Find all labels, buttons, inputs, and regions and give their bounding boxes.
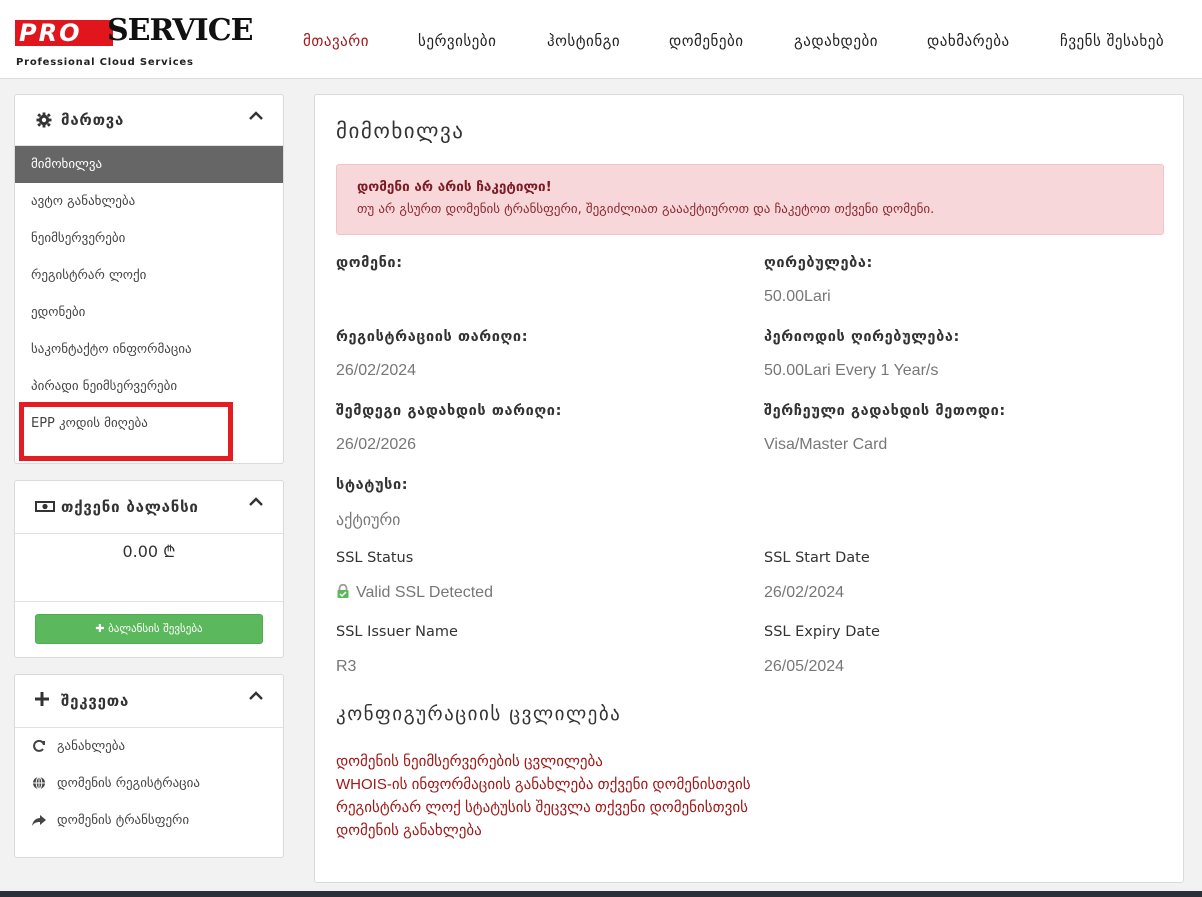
- plus-icon: [33, 690, 51, 708]
- sidebar-item-registrar-lock[interactable]: რეგისტრარ ლოქი: [15, 257, 283, 294]
- money-icon: [35, 497, 55, 515]
- balance-panel: თქვენი ბალანსი 0.00 ₾ ✚ ბალანსის შევსება: [14, 480, 284, 658]
- ssl-issuer-value: R3: [336, 658, 357, 675]
- sidebar-item-label: დომენის რეგისტრაცია: [57, 776, 200, 791]
- page-title: მიმოხილვა: [336, 119, 465, 143]
- registration-date-value: 26/02/2024: [336, 362, 417, 379]
- chevron-up-icon[interactable]: [247, 687, 265, 705]
- manage-panel-header[interactable]: მართვა: [15, 95, 283, 146]
- lock-icon: [336, 583, 350, 598]
- sidebar-item-transfer-domain[interactable]: დომენის ტრანსფერი: [15, 802, 283, 839]
- manage-panel-title: მართვა: [61, 111, 125, 129]
- recurring-amount-value: 50.00Lari Every 1 Year/s: [764, 362, 939, 379]
- logo-service-text: SERVICE: [107, 13, 253, 48]
- order-panel-title: შეკვეთა: [61, 692, 130, 710]
- gear-icon: [35, 111, 53, 129]
- nav-item-support[interactable]: დახმარება: [927, 30, 1010, 52]
- ssl-expiry-date-label: SSL Expiry Date: [764, 624, 880, 640]
- share-icon: [31, 802, 47, 842]
- main-nav: მთავარი სერვისები ჰოსტინგი დომენები გადა…: [300, 30, 1202, 52]
- brand-logo[interactable]: PRO SERVICE Professional Cloud Services: [15, 8, 253, 70]
- update-whois-link[interactable]: WHOIS-ის ინფორმაციის განახლება თქვენი დო…: [336, 775, 751, 793]
- sidebar-item-contact-info[interactable]: საკონტაქტო ინფორმაცია: [15, 331, 283, 368]
- recurring-amount-label: პერიოდის ღირებულება:: [764, 329, 960, 345]
- sidebar-item-overview[interactable]: მიმოხილვა: [15, 146, 283, 183]
- renew-domain-link[interactable]: დომენის განახლება: [336, 821, 482, 839]
- nav-item-about[interactable]: ჩვენს შესახებ: [1060, 30, 1164, 52]
- add-balance-label: ბალანსის შევსება: [108, 622, 203, 635]
- ssl-issuer-label: SSL Issuer Name: [336, 624, 458, 640]
- overview-panel: მიმოხილვა დომენი არ არის ჩაკეტილი! თუ არ…: [314, 94, 1184, 883]
- balance-panel-footer: ✚ ბალანსის შევსება: [15, 601, 283, 657]
- nav-item-home[interactable]: მთავარი: [303, 30, 369, 52]
- payment-method-label: შერჩეული გადახდის მეთოდი:: [764, 403, 1006, 419]
- change-registrar-lock-link[interactable]: რეგისტრარ ლოქ სტატუსის შეცვლა თქვენი დომ…: [336, 798, 748, 816]
- change-nameservers-link[interactable]: დომენის ნეიმსერვერების ცვლილება: [336, 752, 603, 770]
- chevron-up-icon[interactable]: [247, 493, 265, 511]
- logo-pro-text: PRO: [15, 20, 113, 46]
- registration-date-label: რეგისტრაციის თარიღი:: [336, 329, 529, 345]
- globe-icon: [31, 765, 47, 805]
- next-due-date-label: შემდეგი გადახდის თარიღი:: [336, 403, 562, 419]
- order-panel-header[interactable]: შეკვეთა: [15, 675, 283, 728]
- footer-bar: [0, 891, 1202, 897]
- alert-title: დომენი არ არის ჩაკეტილი!: [357, 179, 552, 195]
- price-value: 50.00Lari: [764, 288, 831, 305]
- domain-label: დომენი:: [336, 255, 403, 271]
- ssl-status-value: Valid SSL Detected: [336, 583, 493, 602]
- ssl-status-text: Valid SSL Detected: [356, 584, 493, 601]
- site-header: PRO SERVICE Professional Cloud Services …: [0, 0, 1202, 79]
- order-panel: შეკვეთა განახლება დომენის რეგისტრაცია დო…: [14, 674, 284, 858]
- plus-icon: ✚: [95, 622, 109, 635]
- chevron-up-icon[interactable]: [247, 107, 265, 125]
- balance-panel-header[interactable]: თქვენი ბალანსი: [15, 481, 283, 534]
- sidebar-item-label: განახლება: [57, 739, 126, 754]
- next-due-date-value: 26/02/2026: [336, 436, 417, 453]
- sidebar-item-auto-renew[interactable]: ავტო განახლება: [15, 183, 283, 220]
- sidebar-item-nameservers[interactable]: ნეიმსერვერები: [15, 220, 283, 257]
- status-value: აქტიური: [336, 512, 401, 529]
- ssl-status-label: SSL Status: [336, 550, 414, 566]
- ssl-start-date-label: SSL Start Date: [764, 550, 870, 566]
- ssl-expiry-date-value: 26/05/2024: [764, 658, 845, 675]
- nav-item-hosting[interactable]: ჰოსტინგი: [547, 30, 620, 52]
- ssl-start-date-value: 26/02/2024: [764, 584, 845, 601]
- nav-item-services[interactable]: სერვისები: [418, 30, 496, 52]
- sidebar-item-addons[interactable]: ედონები: [15, 294, 283, 331]
- balance-amount: 0.00 ₾: [122, 542, 176, 561]
- price-label: ღირებულება:: [764, 255, 873, 271]
- domain-unlocked-alert: დომენი არ არის ჩაკეტილი! თუ არ გსურთ დომ…: [336, 164, 1164, 235]
- highlight-annotation-box: [19, 402, 233, 461]
- balance-panel-title: თქვენი ბალანსი: [61, 498, 199, 516]
- status-label: სტატუსი:: [336, 477, 409, 493]
- logo-tagline: Professional Cloud Services: [16, 57, 194, 68]
- alert-text: თუ არ გსურთ დომენის ტრანსფერი, შეგიძლიათ…: [357, 202, 935, 217]
- refresh-icon: [31, 728, 47, 768]
- sidebar-item-label: დომენის ტრანსფერი: [57, 813, 190, 828]
- sidebar-item-register-domain[interactable]: დომენის რეგისტრაცია: [15, 765, 283, 802]
- payment-method-value: Visa/Master Card: [764, 436, 888, 453]
- config-section-title: კონფიგურაციის ცვლილება: [336, 703, 622, 725]
- sidebar-item-renew[interactable]: განახლება: [15, 728, 283, 765]
- add-balance-button[interactable]: ✚ ბალანსის შევსება: [35, 614, 263, 644]
- nav-item-payments[interactable]: გადახდები: [794, 30, 878, 52]
- nav-item-domains[interactable]: დომენები: [669, 30, 744, 52]
- sidebar-item-private-nameservers[interactable]: პირადი ნეიმსერვერები: [15, 368, 283, 405]
